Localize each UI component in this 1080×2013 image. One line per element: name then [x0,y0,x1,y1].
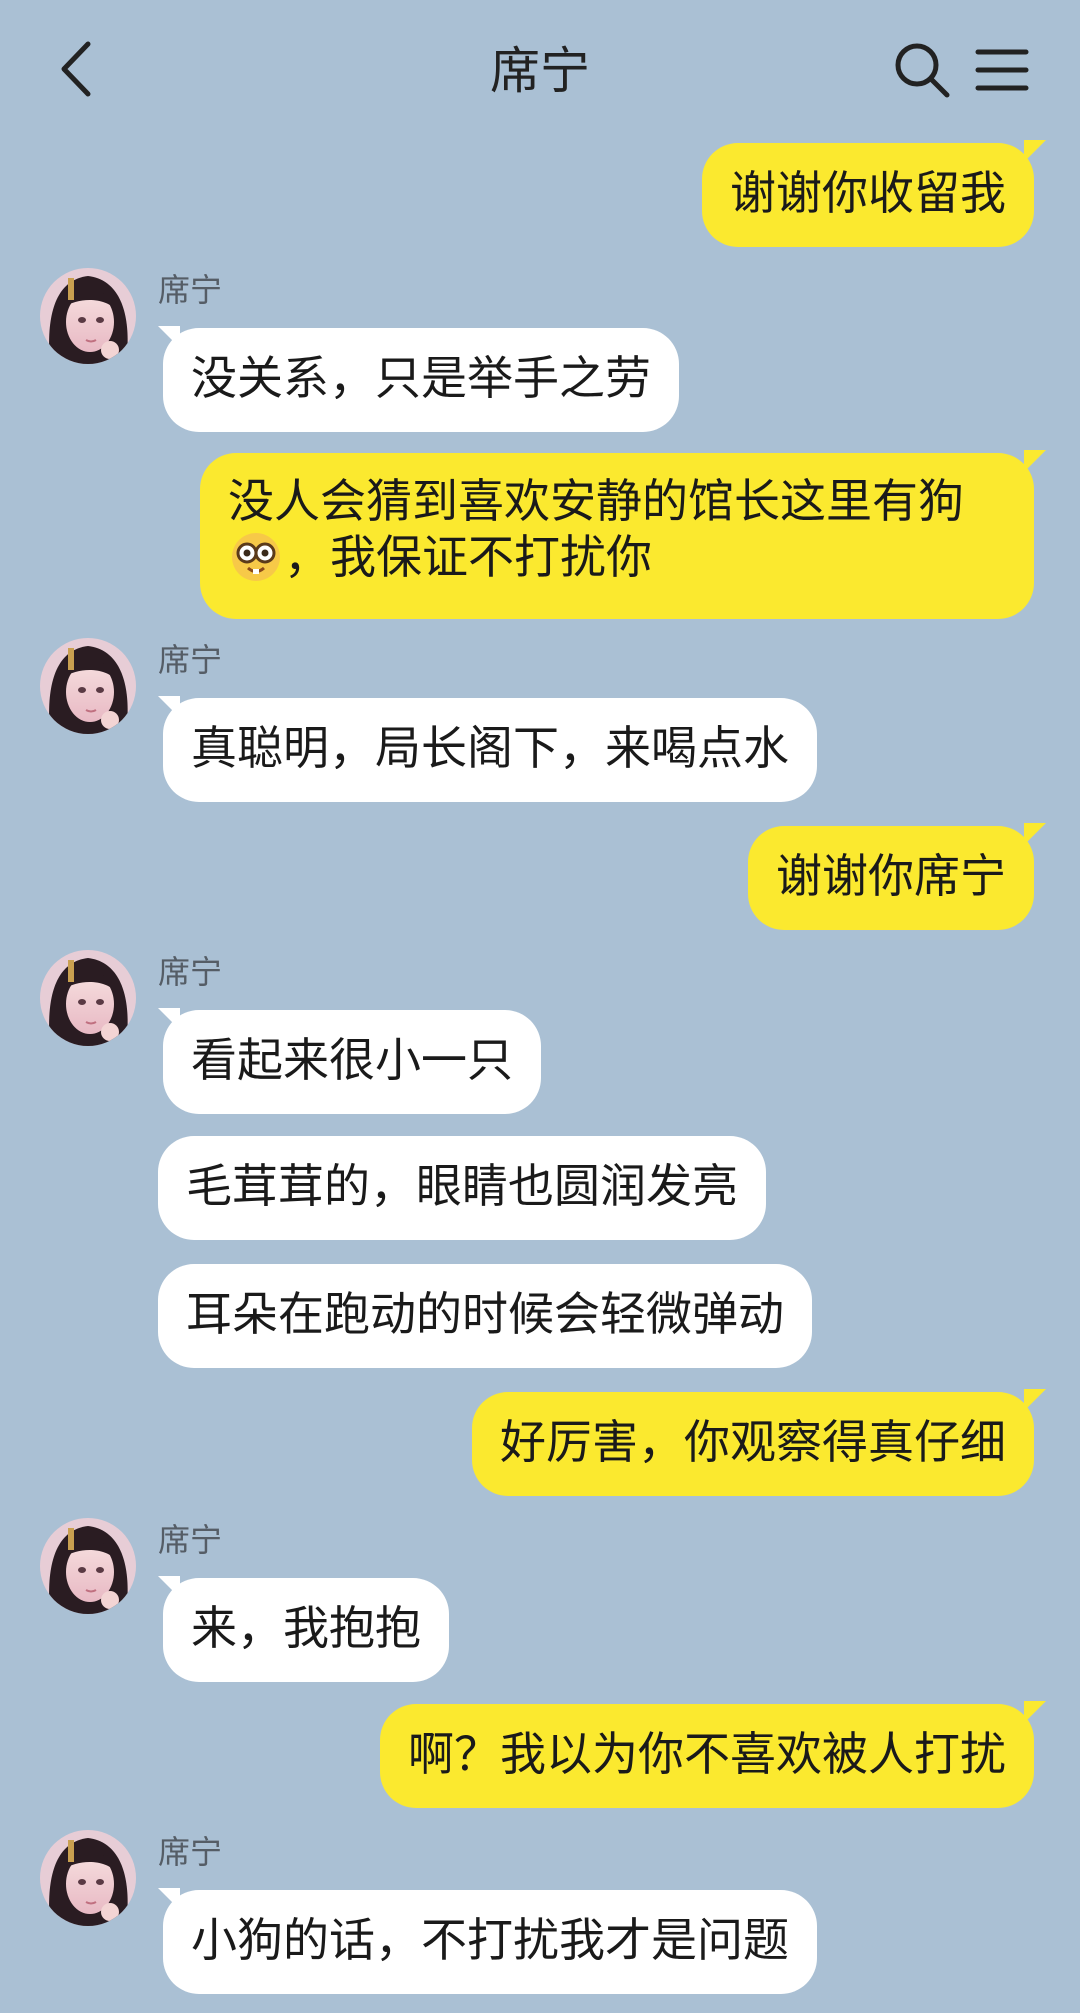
message-bubble-outgoing[interactable]: 谢谢你席宁 [748,826,1034,930]
avatar[interactable] [40,268,136,364]
message-bubble-incoming[interactable]: 看起来很小一只 [163,1010,541,1114]
message-bubble-incoming[interactable]: 真聪明，局长阁下，来喝点水 [163,698,817,802]
avatar[interactable] [40,1830,136,1926]
avatar[interactable] [40,638,136,734]
avatar[interactable] [40,950,136,1046]
message-bubble-incoming[interactable]: 没关系，只是举手之劳 [163,328,679,432]
message-bubble-outgoing[interactable]: 啊？我以为你不喜欢被人打扰 [380,1704,1034,1808]
message-bubble-incoming[interactable]: 毛茸茸的，眼睛也圆润发亮 [158,1136,766,1240]
message-bubble-outgoing[interactable]: 好厉害，你观察得真仔细 [472,1392,1034,1496]
sender-name: 席宁 [158,953,223,991]
message-bubble-outgoing[interactable]: 谢谢你收留我 [702,143,1034,247]
message-bubble-outgoing[interactable]: 没人会猜到喜欢安静的馆长这里有狗 ，我保证不打扰你 [200,453,1034,619]
bubble-tail [1024,823,1046,845]
message-text-continued: ，我保证不打扰你 [284,530,652,584]
search-icon[interactable] [892,40,952,100]
nerd-face-emoji-icon [230,531,282,583]
chat-header: 席宁 [0,0,1080,140]
sender-name: 席宁 [158,1833,223,1871]
message-bubble-incoming[interactable]: 耳朵在跑动的时候会轻微弹动 [158,1264,812,1368]
bubble-tail [1024,140,1046,162]
message-bubble-incoming[interactable]: 小狗的话，不打扰我才是问题 [163,1890,817,1994]
avatar[interactable] [40,1518,136,1614]
bubble-tail [1024,1389,1046,1411]
message-text: 没人会猜到喜欢安静的馆长这里有狗 [228,474,964,528]
sender-name: 席宁 [158,1521,223,1559]
menu-icon[interactable] [974,44,1030,96]
sender-name: 席宁 [158,641,223,679]
bubble-tail [1024,450,1046,472]
bubble-tail [1024,1701,1046,1723]
message-bubble-incoming[interactable]: 来，我抱抱 [163,1578,449,1682]
sender-name: 席宁 [158,271,223,309]
